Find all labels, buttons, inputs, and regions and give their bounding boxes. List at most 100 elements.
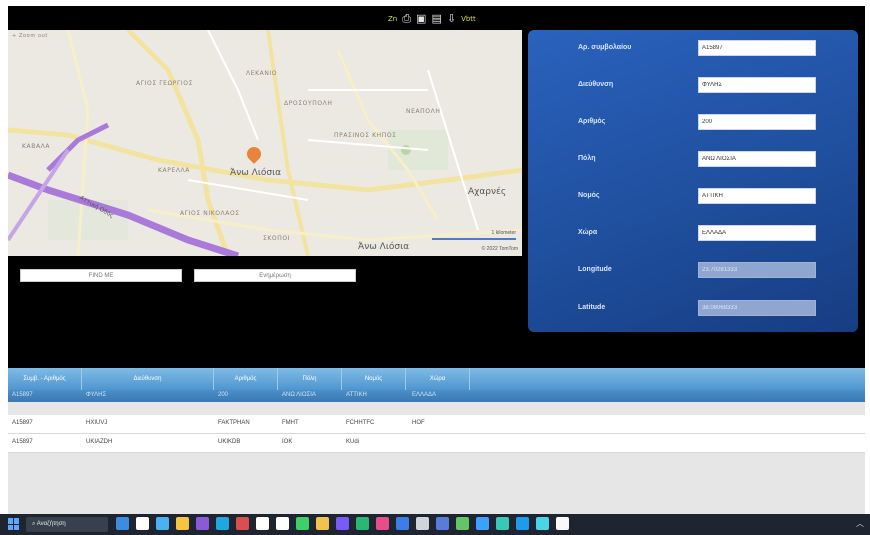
table-row[interactable]: A15897 HXIUVJ FAKTPHAN FMHT FCHHTFC HOF xyxy=(8,415,865,434)
table-cell: IOK xyxy=(282,439,293,445)
latitude-input xyxy=(698,300,816,316)
filter-cell[interactable]: ΑΤΤΙΚΗ xyxy=(346,392,367,398)
map-scale: 1 kilometer xyxy=(432,230,516,240)
field-longitude: Longitude xyxy=(528,262,858,280)
save-icon[interactable]: ▣ xyxy=(416,13,426,25)
country-input[interactable] xyxy=(698,225,816,241)
top-toolbar: Zn ⎙ ▣ ▤ ⇩ Vbtt xyxy=(388,10,476,28)
filter-cell[interactable]: ΦΥΛΗΣ xyxy=(86,392,106,398)
taskbar-app-icon[interactable] xyxy=(196,517,209,530)
form-icon[interactable]: ▤ xyxy=(431,13,441,25)
windows-logo-tile xyxy=(8,524,13,530)
taskbar-app-icon[interactable] xyxy=(436,517,449,530)
app-window: Zn ⎙ ▣ ▤ ⇩ Vbtt + Zoom out ΑΓΙΟΣ ΓΕΩΡΓΙΟ… xyxy=(8,6,865,516)
map-label-acharnes: Αχαρνές xyxy=(468,187,507,197)
taskbar-app-icon[interactable] xyxy=(336,517,349,530)
map-roads xyxy=(8,30,522,256)
filter-cell[interactable]: 200 xyxy=(218,392,228,398)
windows-logo-tile xyxy=(14,524,19,530)
map-label-neapoli: ΝΕΑΠΟΛΗ xyxy=(406,108,441,115)
field-address: Διεύθυνση xyxy=(528,77,858,95)
map-label-kavala: ΚΑΒΑΛΑ xyxy=(22,143,51,150)
column-header-contract[interactable]: Συμβ. - Αριθμός xyxy=(8,368,82,390)
field-label: Latitude xyxy=(578,304,606,311)
taskbar-app-icon[interactable] xyxy=(136,517,149,530)
map-label-agios-nikolaos: ΑΓΙΟΣ ΝΙΚΟΛΑΟΣ xyxy=(180,210,240,217)
taskbar-app-icon[interactable] xyxy=(156,517,169,530)
taskbar-app-icon[interactable] xyxy=(276,517,289,530)
column-header-country[interactable]: Χώρα xyxy=(406,368,470,390)
prefecture-input[interactable] xyxy=(698,188,816,204)
chevron-up-icon[interactable]: ︿ xyxy=(856,518,864,529)
table-cell: FCHHTFC xyxy=(346,420,375,426)
column-header-address[interactable]: Διεύθυνση xyxy=(82,368,214,390)
toolbar-extra-label: Vbtt xyxy=(461,15,476,23)
field-label: Διεύθυνση xyxy=(578,81,614,88)
map-view[interactable]: + Zoom out ΑΓΙΟΣ ΓΕΩΡΓΙΟΣ ΛΕΚΑΝΙΟ ΔΡΟΣΟΥ… xyxy=(8,30,522,256)
field-prefecture: Νομός xyxy=(528,188,858,206)
table-cell: A15897 xyxy=(12,420,33,426)
taskbar-app-icon[interactable] xyxy=(476,517,489,530)
table-cell: A15897 xyxy=(12,439,33,445)
taskbar-app-icon[interactable] xyxy=(256,517,269,530)
map-label-karella: ΚΑΡΕΛΛΑ xyxy=(158,167,190,174)
table-cell: UKIKDB xyxy=(218,439,241,445)
zoom-label: Zn xyxy=(388,15,398,23)
field-latitude: Latitude xyxy=(528,300,858,318)
filter-cell[interactable]: ΑΝΩ ΛΙΟΣΙΑ xyxy=(282,392,316,398)
column-header-prefecture[interactable]: Νομός xyxy=(342,368,406,390)
taskbar-app-icon[interactable] xyxy=(516,517,529,530)
taskbar-search-box[interactable]: ⌕ Αναζήτηση xyxy=(26,517,108,532)
taskbar-app-icon[interactable] xyxy=(116,517,129,530)
taskbar-app-icon[interactable] xyxy=(396,517,409,530)
filter-cell[interactable]: A15897 xyxy=(12,392,33,398)
taskbar-app-icon[interactable] xyxy=(416,517,429,530)
windows-logo-tile xyxy=(8,518,13,524)
map-label-prasinos-kipos: ΠΡΑΣΙΝΟΣ ΚΗΠΟΣ xyxy=(334,132,397,139)
taskbar-app-icon[interactable] xyxy=(456,517,469,530)
table-cell: FMHT xyxy=(282,420,299,426)
taskbar: ⌕ Αναζήτηση ︿ xyxy=(0,514,870,535)
taskbar-app-icon[interactable] xyxy=(376,517,389,530)
map-zoom-control[interactable]: + Zoom out xyxy=(12,33,48,39)
export-icon[interactable]: ⇩ xyxy=(447,13,456,25)
column-header-city[interactable]: Πόλη xyxy=(278,368,342,390)
taskbar-app-icon[interactable] xyxy=(356,517,369,530)
taskbar-app-icon[interactable] xyxy=(536,517,549,530)
table-row[interactable]: A15897 UKIAZDH UKIKDB IOK KUdi xyxy=(8,434,865,453)
address-input[interactable] xyxy=(698,77,816,93)
number-input[interactable] xyxy=(698,114,816,130)
field-country: Χώρα xyxy=(528,225,858,243)
update-button[interactable]: Ενημέρωση xyxy=(194,269,356,282)
city-input[interactable] xyxy=(698,151,816,167)
map-label-lekanio: ΛΕΚΑΝΙΟ xyxy=(246,70,278,77)
start-button[interactable] xyxy=(8,518,20,530)
taskbar-app-icon[interactable] xyxy=(496,517,509,530)
grid-filter-row[interactable]: A15897 ΦΥΛΗΣ 200 ΑΝΩ ΛΙΟΣΙΑ ΑΤΤΙΚΗ ΕΛΛΑΔ… xyxy=(8,390,865,402)
map-label-agios-georgios: ΑΓΙΟΣ ΓΕΩΡΓΙΟΣ xyxy=(136,80,194,87)
taskbar-app-icon[interactable] xyxy=(236,517,249,530)
contract-number-input[interactable] xyxy=(698,40,816,56)
field-label: Νομός xyxy=(578,192,600,199)
field-label: Αριθμός xyxy=(578,118,606,125)
field-label: Χώρα xyxy=(578,229,598,236)
map-label-drosoupoli: ΔΡΟΣΟΥΠΟΛΗ xyxy=(284,100,333,107)
filter-cell[interactable]: ΕΛΛΑΔΑ xyxy=(412,392,436,398)
taskbar-app-icon[interactable] xyxy=(316,517,329,530)
taskbar-app-icon[interactable] xyxy=(296,517,309,530)
field-city: Πόλη xyxy=(528,151,858,169)
pinned-apps xyxy=(116,517,569,530)
taskbar-app-icon[interactable] xyxy=(176,517,189,530)
table-cell: HOF xyxy=(412,420,425,426)
print-icon[interactable]: ⎙ xyxy=(402,13,411,25)
find-me-button[interactable]: FIND ME xyxy=(20,269,182,282)
field-label: Πόλη xyxy=(578,155,596,162)
column-header-number[interactable]: Αριθμός xyxy=(214,368,278,390)
grid-header: Συμβ. - Αριθμός Διεύθυνση Αριθμός Πόλη Ν… xyxy=(8,368,865,390)
taskbar-app-icon[interactable] xyxy=(556,517,569,530)
taskbar-app-icon[interactable] xyxy=(216,517,229,530)
windows-logo-tile xyxy=(14,518,19,524)
field-number: Αριθμός xyxy=(528,114,858,132)
map-label-district: ΣΚΟΠΟΙ xyxy=(263,235,291,242)
table-cell: FAKTPHAN xyxy=(218,420,250,426)
